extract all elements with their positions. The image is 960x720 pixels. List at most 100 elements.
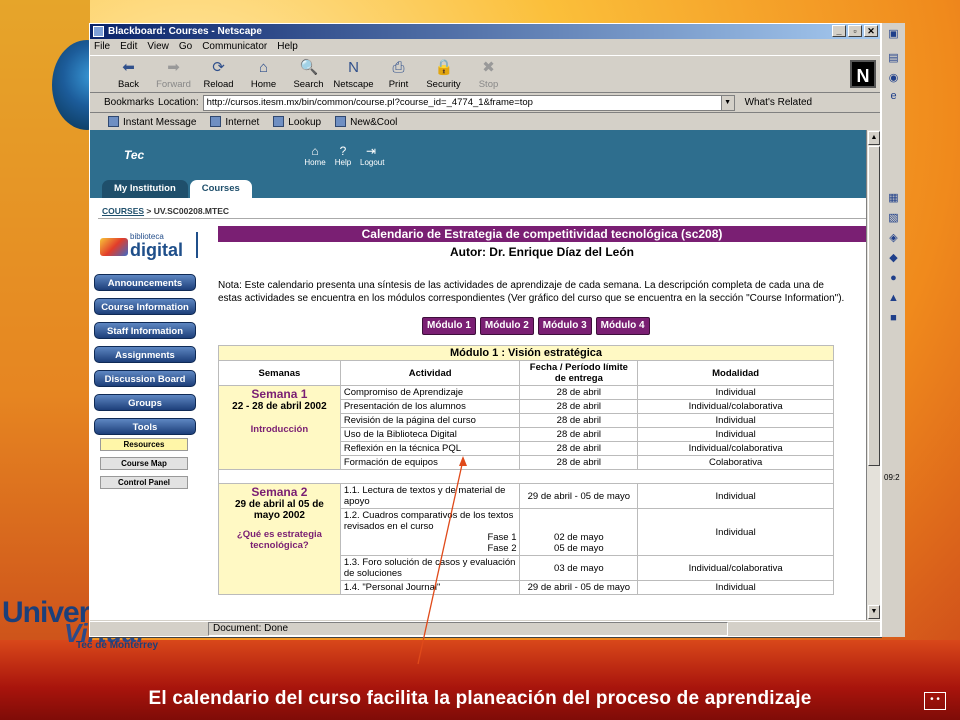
back-label: Back xyxy=(117,79,140,90)
bb-tabs: My Institution Courses xyxy=(102,180,252,198)
module-2-button[interactable]: Módulo 2 xyxy=(479,317,534,335)
reload-icon: ⟳ xyxy=(212,59,225,76)
close-button[interactable]: ✕ xyxy=(864,25,878,37)
menu-edit[interactable]: Edit xyxy=(120,39,137,55)
breadcrumb: COURSES > UV.SC00208.MTEC xyxy=(102,206,229,216)
print-button[interactable]: ⎙ Print xyxy=(376,59,421,92)
page-viewport: Tec ⌂ Home ? Help ⇥ Logout My Institution C… xyxy=(90,130,866,620)
activity-cell: 1.1. Lectura de textos y de material de … xyxy=(339,483,521,509)
week-2-cell: Semana 2 29 de abril al 05 de mayo 2002 … xyxy=(218,483,341,595)
scroll-up-icon[interactable]: ▲ xyxy=(868,131,880,145)
instant-message-label: Instant Message xyxy=(123,117,197,128)
module-1-button[interactable]: Módulo 1 xyxy=(422,317,476,335)
week-name: Semana 2 xyxy=(251,485,308,499)
app-icon[interactable]: ▦ xyxy=(886,191,901,206)
menu-course-information[interactable]: Course Information xyxy=(94,298,196,315)
next-slide-button[interactable]: • • xyxy=(924,692,946,710)
activity-cell: 1.3. Foro solución de casos y evaluación… xyxy=(339,555,521,581)
activity-text: 1.2. Cuadros comparativos de los textos … xyxy=(343,510,514,532)
bookmarks-button[interactable]: Bookmarks xyxy=(104,97,154,108)
calendar-note: Nota: Este calendario presenta una sínte… xyxy=(218,280,845,304)
app-icon[interactable]: ▤ xyxy=(886,51,901,66)
activity-cell: Uso de la Biblioteca Digital xyxy=(339,427,521,442)
bb-logout-button[interactable]: ⇥ Logout xyxy=(360,144,384,167)
home-button[interactable]: ⌂ Home xyxy=(241,59,286,92)
reload-button[interactable]: ⟳ Reload xyxy=(196,59,241,92)
module-4-button[interactable]: Módulo 4 xyxy=(595,317,650,335)
menu-staff-information[interactable]: Staff Information xyxy=(94,322,196,339)
stop-button[interactable]: ✖ Stop xyxy=(466,59,511,92)
app-icon[interactable]: ● xyxy=(886,271,901,286)
module-3-button[interactable]: Módulo 3 xyxy=(537,317,592,335)
table-row: Semana 1 22 - 28 de abril 2002 Introducc… xyxy=(218,385,834,470)
course-menu: Announcements Course Information Staff I… xyxy=(94,274,196,442)
app-icon[interactable]: ■ xyxy=(886,311,901,326)
biblioteca-digital-logo[interactable]: biblioteca digital xyxy=(100,232,200,260)
navigation-toolbar: ⬅ Back ➡ Forward ⟳ Reload ⌂ Home 🔍 Search N Ne… xyxy=(90,55,880,93)
submenu-resources[interactable]: Resources xyxy=(100,438,188,451)
week-dates: 22 - 28 de abril 2002 xyxy=(232,401,327,412)
submenu-control-panel[interactable]: Control Panel xyxy=(100,476,188,489)
status-bar: Document: Done xyxy=(90,621,880,636)
app-icon[interactable]: ▲ xyxy=(886,291,901,306)
date-cell: 28 de abril xyxy=(519,399,639,414)
fase-2-label: Fase 2 xyxy=(487,543,517,554)
calendar-author: Autor: Dr. Enrique Díaz del León xyxy=(449,245,634,259)
menu-help[interactable]: Help xyxy=(277,39,298,55)
menu-file[interactable]: File xyxy=(94,39,110,55)
menu-tools[interactable]: Tools xyxy=(94,418,196,435)
blackboard-header: Tec ⌂ Home ? Help ⇥ Logout My Institution C… xyxy=(90,130,866,198)
minimize-button[interactable]: _ xyxy=(832,25,846,37)
mode-cell: Individual xyxy=(637,413,834,428)
scroll-down-icon[interactable]: ▼ xyxy=(868,605,880,619)
biblio-bar xyxy=(196,232,198,258)
module-buttons: Módulo 1 Módulo 2 Módulo 3 Módulo 4 xyxy=(422,317,866,335)
menu-go[interactable]: Go xyxy=(179,39,192,55)
location-label: Location: xyxy=(158,97,199,108)
course-submenu: Resources Course Map Control Panel xyxy=(100,438,188,495)
week-name: Semana 1 xyxy=(251,387,308,401)
tab-courses[interactable]: Courses xyxy=(189,180,252,198)
back-button[interactable]: ⬅ Back xyxy=(106,59,151,92)
breadcrumb-courses-link[interactable]: COURSES xyxy=(102,206,144,216)
internet-link[interactable]: Internet xyxy=(210,116,259,128)
fase-1-label: Fase 1 xyxy=(487,532,517,543)
home-label: Home xyxy=(250,79,277,90)
week-separator xyxy=(218,469,834,484)
forward-button[interactable]: ➡ Forward xyxy=(151,59,196,92)
menu-groups[interactable]: Groups xyxy=(94,394,196,411)
scroll-thumb[interactable] xyxy=(868,146,880,466)
search-button[interactable]: 🔍 Search xyxy=(286,59,331,92)
breadcrumb-course-id: > UV.SC00208.MTEC xyxy=(144,206,230,216)
lookup-link[interactable]: Lookup xyxy=(273,116,321,128)
breadcrumb-divider xyxy=(98,218,866,219)
vertical-scrollbar[interactable]: ▲ ▼ xyxy=(866,130,880,620)
bb-help-button[interactable]: ? Help xyxy=(332,144,354,167)
whats-related-button[interactable]: What's Related xyxy=(745,97,813,108)
location-bar: Bookmarks Location: http://cursos.itesm.… xyxy=(90,93,880,113)
app-icon[interactable]: ▣ xyxy=(886,27,901,42)
netscape-button[interactable]: N Netscape xyxy=(331,59,376,92)
instant-message-link[interactable]: Instant Message xyxy=(108,116,196,128)
security-button[interactable]: 🔒 Security xyxy=(421,59,466,92)
tab-my-institution[interactable]: My Institution xyxy=(102,180,188,198)
maximize-button[interactable]: ▫ xyxy=(848,25,862,37)
mode-cell: Individual/colaborativa xyxy=(637,399,834,414)
app-icon[interactable]: ▧ xyxy=(886,211,901,226)
app-icon[interactable]: ◉ xyxy=(886,71,901,86)
url-field[interactable]: http://cursos.itesm.mx/bin/common/course… xyxy=(202,94,735,111)
bb-home-button[interactable]: ⌂ Home xyxy=(304,144,326,167)
newcool-link[interactable]: New&Cool xyxy=(335,116,397,128)
menu-announcements[interactable]: Announcements xyxy=(94,274,196,291)
app-icon[interactable]: ◆ xyxy=(886,251,901,266)
menu-assignments[interactable]: Assignments xyxy=(94,346,196,363)
menu-communicator[interactable]: Communicator xyxy=(202,39,267,55)
side-taskbar: ▣ ▤ ◉ e ▦ ▧ ◈ ◆ ● ▲ ■ 09:2 xyxy=(881,23,905,637)
search-icon: 🔍 xyxy=(299,59,319,76)
menu-discussion-board[interactable]: Discussion Board xyxy=(94,370,196,387)
ie-icon[interactable]: e xyxy=(886,89,901,104)
menu-view[interactable]: View xyxy=(147,39,169,55)
submenu-course-map[interactable]: Course Map xyxy=(100,457,188,470)
app-icon[interactable]: ◈ xyxy=(886,231,901,246)
url-dropdown-icon[interactable]: ▼ xyxy=(720,95,734,110)
